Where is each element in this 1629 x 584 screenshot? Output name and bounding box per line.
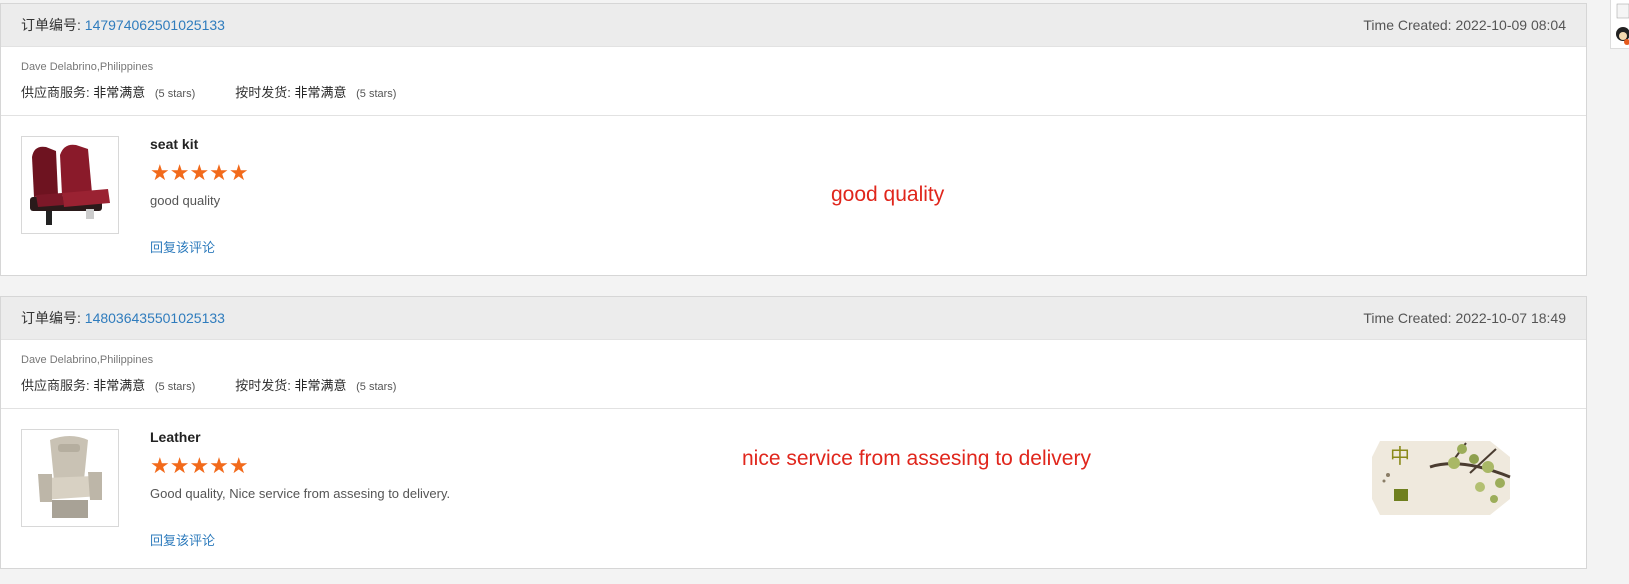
buyer-name: Dave Delabrino,Philippines xyxy=(21,354,154,366)
review-header: 订单编号: 147974062501025133 Time Created: 2… xyxy=(1,4,1586,47)
review-body: seat kit ★★★★★ good quality 回复该评论 good q… xyxy=(1,116,1586,273)
star-rating: ★★★★★ xyxy=(150,160,249,185)
order-label: 订单编号: xyxy=(21,17,81,33)
shipping-value: 非常满意 xyxy=(294,85,347,100)
reply-review-link[interactable]: 回复该评论 xyxy=(150,530,215,549)
order-info: 订单编号: 147974062501025133 xyxy=(21,15,225,35)
shipping-stars: (5 stars) xyxy=(356,381,397,393)
supplier-service-rating: 供应商服务: 非常满意 (5 stars) xyxy=(21,82,195,101)
order-label: 订单编号: xyxy=(21,310,81,326)
red-annotation: good quality xyxy=(831,183,945,206)
order-info: 订单编号: 148036435501025133 xyxy=(21,308,225,328)
ratings-row: 供应商服务: 非常满意 (5 stars) 按时发货: 非常满意 (5 star… xyxy=(21,82,1566,101)
time-created: Time Created: 2022-10-07 18:49 xyxy=(1363,310,1566,326)
supplier-service-value: 非常满意 xyxy=(93,85,146,100)
sticker-char: 中 xyxy=(1390,444,1410,468)
red-annotation: nice service from assesing to delivery xyxy=(742,447,1091,470)
review-comment: good quality xyxy=(150,193,221,208)
supplier-service-label: 供应商服务: xyxy=(21,85,90,100)
review-meta: Dave Delabrino,Philippines 供应商服务: 非常满意 (… xyxy=(1,340,1586,409)
shipping-label: 按时发货: xyxy=(235,85,291,100)
shipping-label: 按时发货: xyxy=(235,378,291,393)
shipping-rating: 按时发货: 非常满意 (5 stars) xyxy=(235,375,396,394)
supplier-service-stars: (5 stars) xyxy=(154,381,196,393)
review-card: 订单编号: 148036435501025133 Time Created: 2… xyxy=(0,296,1587,569)
review-meta: Dave Delabrino,Philippines 供应商服务: 非常满意 (… xyxy=(1,47,1586,116)
order-number-link[interactable]: 147974062501025133 xyxy=(85,17,225,33)
buyer-name: Dave Delabrino,Philippines xyxy=(21,61,154,73)
supplier-service-stars: (5 stars) xyxy=(154,88,196,100)
side-chat-widget[interactable] xyxy=(1610,0,1629,49)
shipping-rating: 按时发货: 非常满意 (5 stars) xyxy=(235,82,396,101)
product-name: seat kit xyxy=(150,136,199,152)
supplier-service-label: 供应商服务: xyxy=(21,378,90,393)
reply-review-link[interactable]: 回复该评论 xyxy=(150,237,215,256)
decorative-sticker: 中 xyxy=(1370,437,1513,519)
product-thumbnail[interactable] xyxy=(21,136,119,234)
ratings-row: 供应商服务: 非常满意 (5 stars) 按时发货: 非常满意 (5 star… xyxy=(21,375,1566,394)
product-name: Leather xyxy=(150,429,201,445)
shipping-stars: (5 stars) xyxy=(356,88,397,100)
product-thumbnail[interactable] xyxy=(21,429,119,527)
supplier-service-rating: 供应商服务: 非常满意 (5 stars) xyxy=(21,375,195,394)
shipping-value: 非常满意 xyxy=(294,378,347,393)
review-card: 订单编号: 147974062501025133 Time Created: 2… xyxy=(0,3,1587,276)
order-number-link[interactable]: 148036435501025133 xyxy=(85,310,225,326)
review-header: 订单编号: 148036435501025133 Time Created: 2… xyxy=(1,297,1586,340)
star-rating: ★★★★★ xyxy=(150,453,249,478)
review-comment: Good quality, Nice service from assesing… xyxy=(150,486,451,501)
supplier-service-value: 非常满意 xyxy=(93,378,146,393)
review-body: Leather ★★★★★ Good quality, Nice service… xyxy=(1,409,1586,566)
time-created: Time Created: 2022-10-09 08:04 xyxy=(1363,17,1566,33)
